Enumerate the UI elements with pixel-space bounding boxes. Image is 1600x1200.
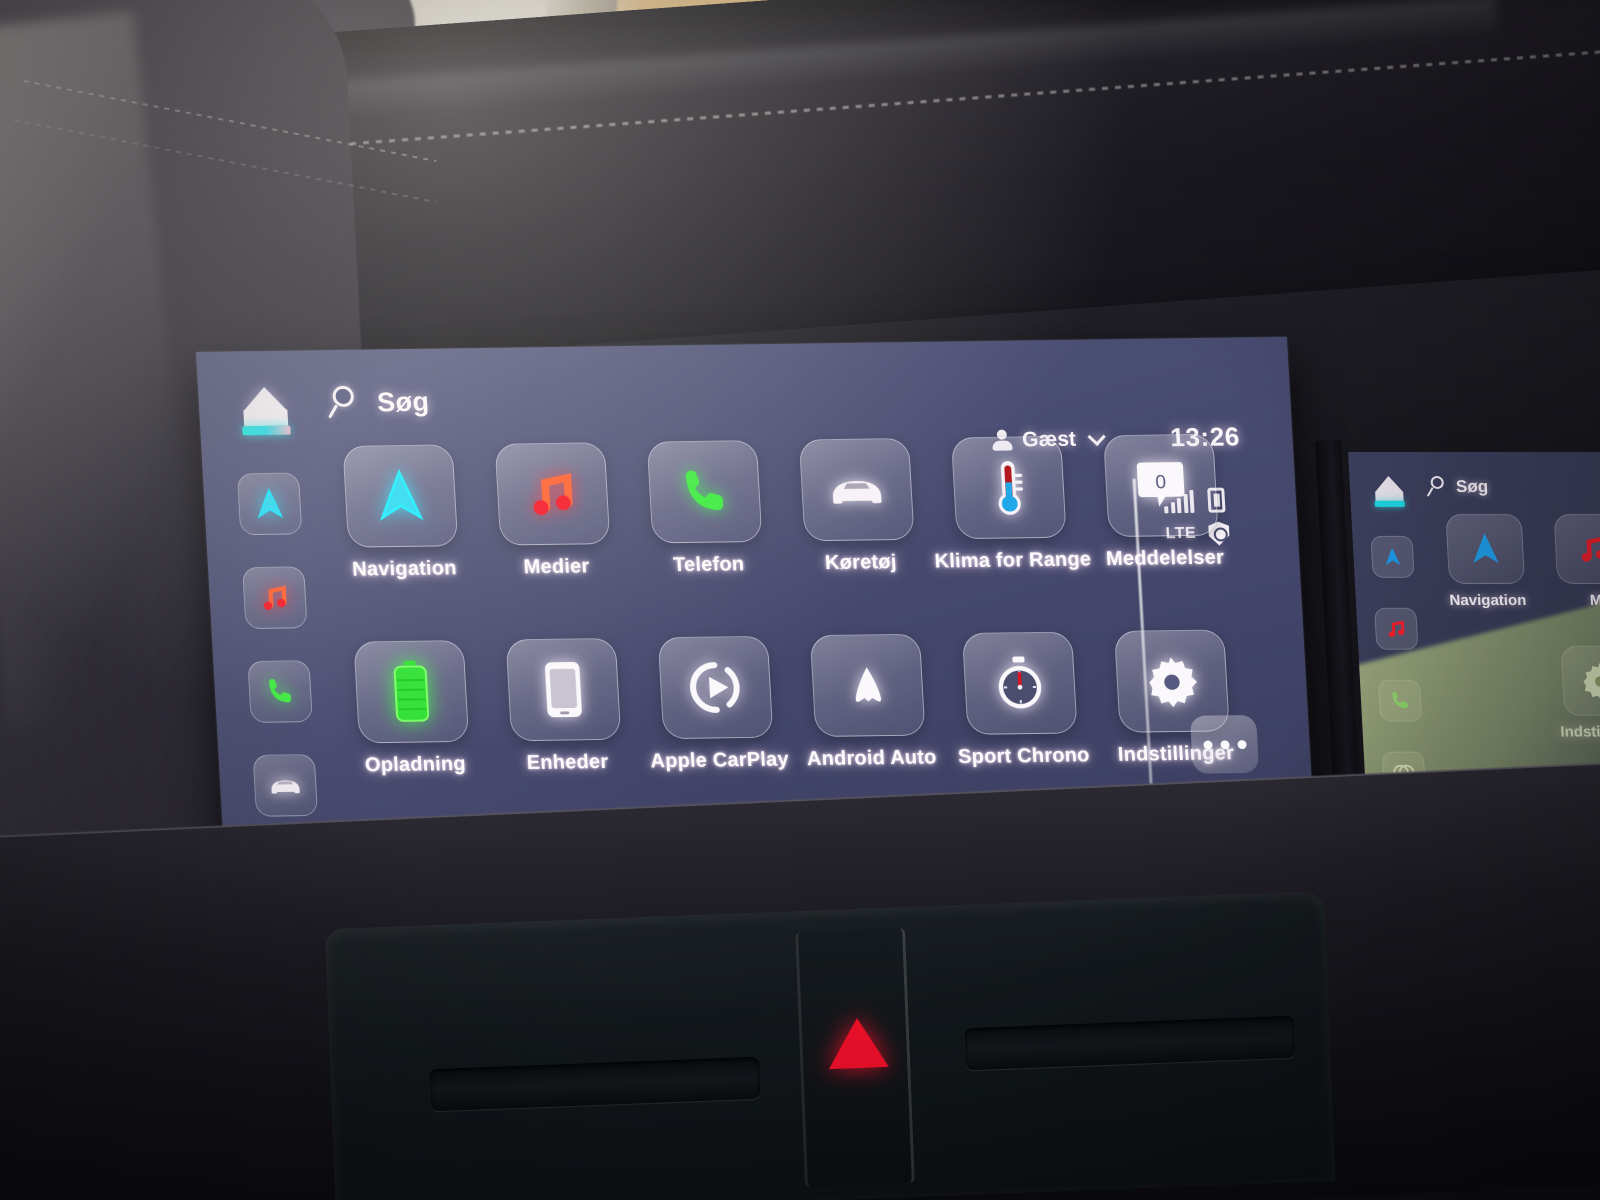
music-note-icon: [263, 585, 287, 611]
app-label: Android Auto: [806, 746, 938, 771]
app-meddelelser[interactable]: 0 Meddelelser: [1082, 433, 1245, 631]
app-label: Telefon: [672, 553, 745, 577]
search-label: Søg: [1455, 476, 1489, 496]
navigation-arrow-icon: [1385, 547, 1401, 566]
music-note-icon: [1581, 536, 1600, 562]
search-icon: [328, 385, 360, 420]
app-label: Sport Chrono: [957, 744, 1091, 769]
svg-text:0: 0: [1155, 472, 1167, 493]
dock-item-media[interactable]: [242, 566, 308, 630]
app-klima[interactable]: Klima for Range: [930, 435, 1093, 634]
navigation-arrow-icon: [379, 468, 424, 522]
car-front-icon: [271, 780, 300, 794]
center-infotainment-display[interactable]: Søg Gæst 13:26 LTE: [196, 336, 1315, 852]
gear-icon: [1149, 657, 1197, 708]
app-label: Enheder: [526, 750, 609, 775]
app-tile[interactable]: [950, 435, 1067, 540]
stopwatch-icon: [998, 656, 1042, 709]
search-icon-handle: [1426, 487, 1434, 497]
dock-item-phone[interactable]: [247, 660, 313, 723]
app-grid: Navigation Medier Telefon Køretøj Klima …: [321, 431, 1408, 837]
app-navigation[interactable]: Navigation: [321, 444, 484, 642]
dock-item-vehicle[interactable]: [252, 754, 319, 817]
ellipsis-dot: [1219, 739, 1230, 749]
car-front-icon: [832, 481, 882, 504]
home-roof-shape: [242, 386, 288, 412]
app-telefon[interactable]: Telefon: [626, 440, 789, 638]
music-note-icon: [533, 473, 573, 515]
app-tile[interactable]: [1445, 513, 1526, 584]
search-button[interactable]: Søg: [1426, 475, 1489, 498]
app-label: Apple CarPlay: [649, 748, 790, 773]
message-bubble-icon: 0: [1136, 462, 1185, 507]
phone-handset-icon: [269, 679, 292, 703]
app-medier[interactable]: Medier: [474, 442, 637, 640]
dock-item-media[interactable]: [1374, 607, 1419, 650]
home-body-shape: [243, 409, 289, 427]
app-opladning[interactable]: Opladning: [332, 640, 495, 838]
home-icon[interactable]: [1371, 475, 1407, 508]
photo-scene: Søg Gæst 13:26 LTE: [0, 0, 1600, 1200]
app-tile[interactable]: [809, 633, 926, 738]
home-active-indicator: [1374, 500, 1405, 507]
app-label: Klima for Range: [934, 548, 1092, 573]
app-label: Meddelelser: [1105, 546, 1225, 571]
home-icon[interactable]: [236, 385, 295, 438]
app-label: Opladning: [364, 752, 467, 777]
hazard-triangle-icon: [826, 1016, 889, 1070]
app-tile[interactable]: [505, 637, 622, 742]
app-enheder[interactable]: Enheder: [485, 637, 648, 836]
hazard-warning-light-button[interactable]: [826, 1016, 891, 1073]
app-koretoj[interactable]: Køretøj: [778, 437, 941, 636]
search-icon-handle: [328, 404, 339, 419]
search-label: Søg: [376, 386, 431, 417]
app-tile[interactable]: [798, 437, 915, 542]
home-active-indicator: [242, 425, 291, 436]
app-tile[interactable]: [494, 442, 611, 546]
app-label: Navigation: [1449, 591, 1527, 609]
app-tile[interactable]: [961, 631, 1078, 735]
more-options-button[interactable]: [1189, 714, 1260, 774]
app-label: Navigation: [351, 557, 458, 581]
smartphone-icon: [545, 661, 582, 718]
music-note-icon: [1388, 620, 1405, 638]
app-tile[interactable]: [657, 635, 774, 740]
android-auto-icon: [855, 667, 882, 702]
dock-item-navigation[interactable]: [236, 472, 303, 536]
top-bar: Søg: [196, 337, 1292, 450]
navigation-arrow-icon: [257, 487, 284, 519]
app-tile[interactable]: [646, 440, 763, 544]
dock-item-navigation[interactable]: [1370, 535, 1415, 578]
search-icon: [1426, 475, 1447, 498]
thermometer-icon: [998, 461, 1023, 515]
phone-handset-icon: [685, 470, 724, 511]
app-tile[interactable]: [1553, 513, 1600, 584]
app-label: Køretøj: [824, 551, 898, 575]
carplay-icon: [690, 662, 740, 713]
app-tile[interactable]: [342, 444, 459, 548]
app-label: Medier: [523, 555, 591, 579]
ellipsis-dot: [1236, 739, 1247, 749]
search-button[interactable]: Søg: [328, 385, 430, 420]
navigation-arrow-icon: [1473, 533, 1499, 564]
app-tile[interactable]: 0: [1103, 433, 1219, 538]
ellipsis-dot: [1202, 740, 1213, 750]
home-roof-shape: [1374, 475, 1404, 492]
battery-full-icon: [393, 660, 430, 722]
app-tile[interactable]: [353, 640, 470, 744]
home-body-shape: [1375, 491, 1404, 501]
